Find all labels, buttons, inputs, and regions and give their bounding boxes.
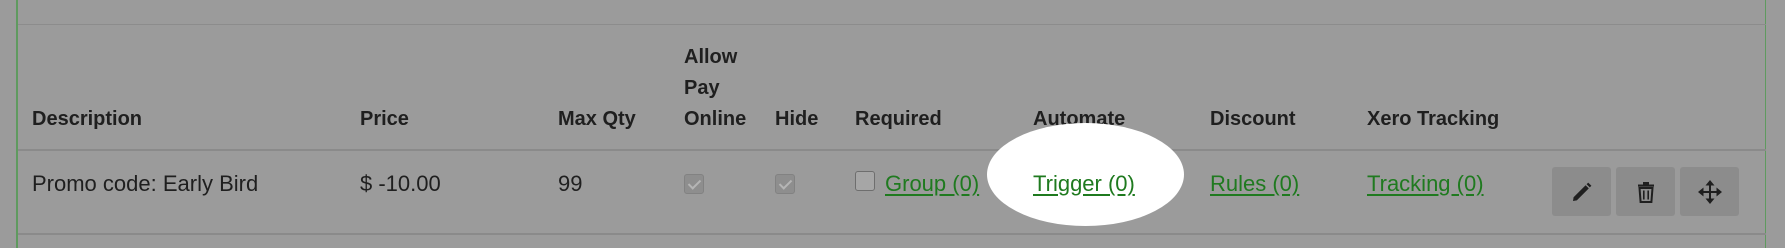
row-price: $ -10.00: [360, 171, 441, 196]
trigger-link[interactable]: Trigger (0): [1033, 170, 1135, 198]
header-allow-pay-online-line1: Allow: [684, 46, 738, 68]
delete-button[interactable]: [1616, 167, 1675, 216]
tracking-link[interactable]: Tracking (0): [1367, 170, 1484, 198]
move-button[interactable]: [1680, 167, 1739, 216]
top-divider: [18, 24, 1766, 25]
required-checkbox[interactable]: [855, 171, 875, 191]
header-allow-pay-online-line3: Online: [684, 108, 747, 130]
header-hide: Hide: [775, 108, 819, 130]
hide-checkbox: [775, 174, 795, 194]
pencil-icon: [1572, 182, 1591, 201]
header-allow-pay-online-line2: Pay: [684, 77, 720, 99]
header-divider: [18, 149, 1766, 151]
header-description: Description: [32, 108, 143, 130]
bottom-divider: [18, 233, 1766, 235]
header-required: Required: [855, 108, 942, 130]
rules-link[interactable]: Rules (0): [1210, 170, 1299, 198]
group-link[interactable]: Group (0): [885, 170, 979, 198]
allow-pay-online-checkbox: [684, 174, 704, 194]
move-arrows-icon: [1697, 179, 1722, 204]
header-discount: Discount: [1210, 108, 1296, 130]
row-description: Promo code: Early Bird: [32, 171, 259, 196]
header-xero-tracking: Xero Tracking: [1367, 108, 1500, 130]
header-price: Price: [360, 108, 409, 130]
edit-button[interactable]: [1552, 167, 1611, 216]
header-max-qty: Max Qty: [558, 108, 636, 130]
trash-icon: [1637, 181, 1654, 203]
row-max-qty: 99: [558, 171, 583, 196]
